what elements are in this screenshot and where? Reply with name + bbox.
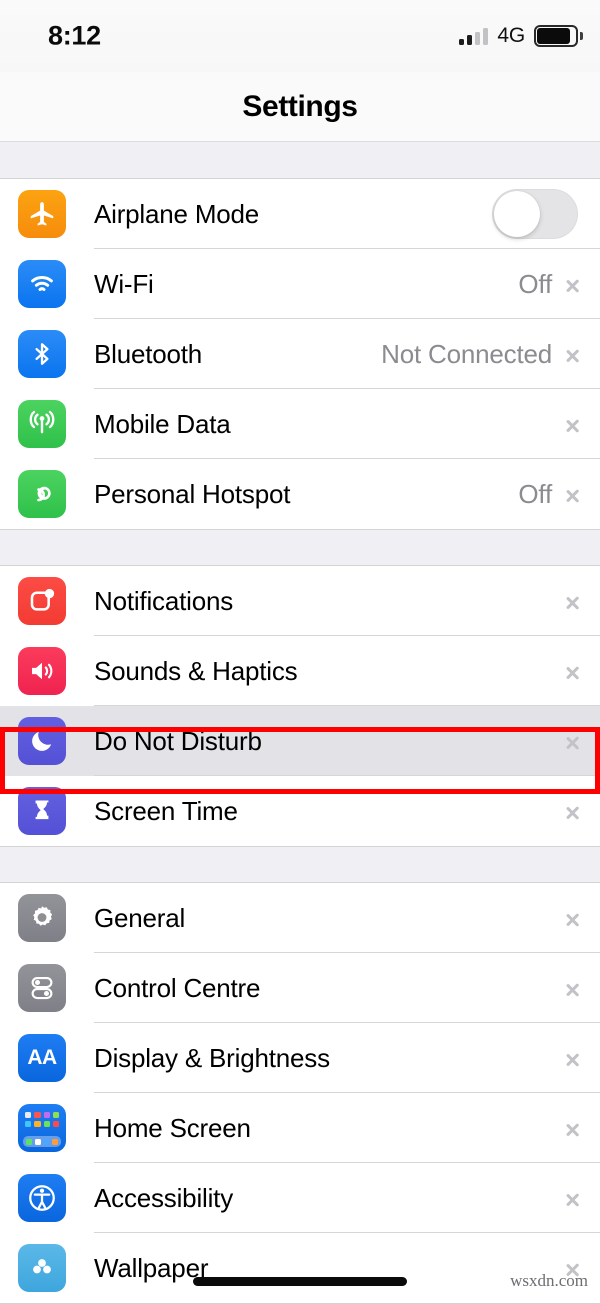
chevron-right-icon <box>566 801 578 822</box>
cellular-signal-icon <box>459 27 489 45</box>
chevron-right-icon <box>566 731 578 752</box>
settings-group-connectivity: Airplane Mode Wi-Fi Off Bluetooth Not Co… <box>0 178 600 530</box>
home-screen-icon <box>18 1104 66 1152</box>
settings-row-wifi[interactable]: Wi-Fi Off <box>0 249 600 319</box>
aa-glyph: AA <box>27 1046 57 1069</box>
row-accessory <box>566 731 600 752</box>
row-accessory <box>566 1188 600 1209</box>
airplane-mode-toggle[interactable] <box>492 189 578 239</box>
row-accessory <box>566 801 600 822</box>
row-value: Off <box>518 478 552 509</box>
chevron-right-icon <box>566 484 578 505</box>
row-accessory: Off <box>518 269 600 300</box>
settings-row-label: Do Not Disturb <box>94 725 262 756</box>
row-accessory <box>566 661 600 682</box>
page-title: Settings <box>242 89 358 123</box>
group-spacer <box>0 530 600 565</box>
chevron-right-icon <box>566 274 578 295</box>
status-bar: 8:12 4G <box>0 0 600 72</box>
battery-icon <box>534 25 583 47</box>
home-indicator <box>193 1277 407 1286</box>
row-accessory <box>566 978 600 999</box>
settings-row-label: Mobile Data <box>94 408 231 439</box>
settings-row-sounds-haptics[interactable]: Sounds & Haptics <box>0 636 600 706</box>
row-value: Not Connected <box>381 338 552 369</box>
watermark: wsxdn.com <box>510 1271 588 1290</box>
row-accessory: Off <box>518 479 600 510</box>
row-accessory <box>566 908 600 929</box>
settings-row-display-brightness[interactable]: AA Display & Brightness <box>0 1023 600 1093</box>
settings-row-label: Airplane Mode <box>94 198 260 229</box>
row-accessory <box>566 1118 600 1139</box>
settings-row-label: Notifications <box>94 585 234 616</box>
chevron-right-icon <box>566 1048 578 1069</box>
settings-row-accessibility[interactable]: Accessibility <box>0 1163 600 1233</box>
bluetooth-icon <box>18 330 66 378</box>
chevron-right-icon <box>566 661 578 682</box>
settings-row-label: Control Centre <box>94 972 261 1003</box>
chevron-right-icon <box>566 414 578 435</box>
display-brightness-icon: AA <box>18 1034 66 1082</box>
settings-row-airplane-mode[interactable]: Airplane Mode <box>0 179 600 249</box>
navigation-bar: Settings <box>0 72 600 142</box>
wifi-icon <box>18 260 66 308</box>
chevron-right-icon <box>566 344 578 365</box>
control-centre-icon <box>18 964 66 1012</box>
settings-row-notifications[interactable]: Notifications <box>0 566 600 636</box>
settings-row-label: Personal Hotspot <box>94 478 291 509</box>
settings-row-label: Wallpaper <box>94 1252 209 1283</box>
settings-row-label: Display & Brightness <box>94 1042 330 1073</box>
settings-row-label: Home Screen <box>94 1112 251 1143</box>
row-value: Off <box>518 268 552 299</box>
sounds-icon <box>18 647 66 695</box>
group-spacer <box>0 142 600 178</box>
iphone-settings-screen: 8:12 4G Settings Airplane Mode Wi-Fi Off… <box>0 0 600 1304</box>
airplane-icon <box>18 190 66 238</box>
settings-row-do-not-disturb[interactable]: Do Not Disturb <box>0 706 600 776</box>
settings-row-control-centre[interactable]: Control Centre <box>0 953 600 1023</box>
settings-group-alerts: Notifications Sounds & Haptics Do Not Di… <box>0 565 600 847</box>
settings-list[interactable]: Airplane Mode Wi-Fi Off Bluetooth Not Co… <box>0 142 600 1304</box>
chevron-right-icon <box>566 591 578 612</box>
row-accessory: Not Connected <box>381 339 600 370</box>
do-not-disturb-icon <box>18 717 66 765</box>
settings-row-label: Screen Time <box>94 795 238 826</box>
chevron-right-icon <box>566 1118 578 1139</box>
settings-row-general[interactable]: General <box>0 883 600 953</box>
accessibility-icon <box>18 1174 66 1222</box>
settings-row-mobile-data[interactable]: Mobile Data <box>0 389 600 459</box>
wallpaper-icon <box>18 1244 66 1292</box>
row-accessory <box>552 414 600 435</box>
row-accessory <box>566 1048 600 1069</box>
chevron-right-icon <box>566 1188 578 1209</box>
mobile-data-icon <box>18 400 66 448</box>
settings-group-system: General Control Centre AA Display & Brig… <box>0 882 600 1304</box>
settings-row-screen-time[interactable]: Screen Time <box>0 776 600 846</box>
settings-row-label: Accessibility <box>94 1182 233 1213</box>
network-type-label: 4G <box>497 24 525 47</box>
settings-row-label: Bluetooth <box>94 338 203 369</box>
settings-row-label: General <box>94 902 186 933</box>
notifications-icon <box>18 577 66 625</box>
settings-row-label: Sounds & Haptics <box>94 655 298 686</box>
status-indicators: 4G <box>459 24 583 48</box>
group-spacer <box>0 847 600 882</box>
settings-row-label: Wi-Fi <box>94 268 154 299</box>
screen-time-icon <box>18 787 66 835</box>
personal-hotspot-icon <box>18 470 66 518</box>
settings-row-home-screen[interactable]: Home Screen <box>0 1093 600 1163</box>
chevron-right-icon <box>566 908 578 929</box>
status-time: 8:12 <box>48 20 101 51</box>
settings-row-wallpaper[interactable]: Wallpaper <box>0 1233 600 1303</box>
row-accessory <box>492 189 600 239</box>
row-accessory <box>566 591 600 612</box>
chevron-right-icon <box>566 978 578 999</box>
settings-row-personal-hotspot[interactable]: Personal Hotspot Off <box>0 459 600 529</box>
settings-row-bluetooth[interactable]: Bluetooth Not Connected <box>0 319 600 389</box>
general-gear-icon <box>18 894 66 942</box>
